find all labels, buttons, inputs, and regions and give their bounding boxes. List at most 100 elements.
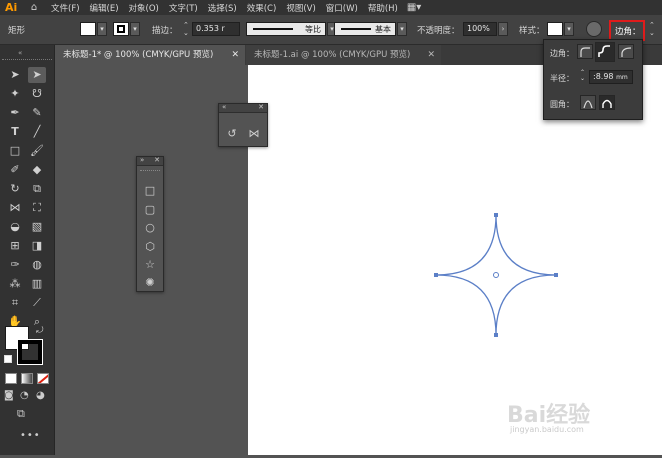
recolor-artwork-icon[interactable] (586, 21, 602, 37)
flyout-header[interactable]: » ✕ (137, 156, 163, 166)
brush-definition[interactable]: 基本 (334, 22, 396, 36)
panel-collapse-icon[interactable]: « (18, 49, 22, 57)
menu-type[interactable]: 文字(T) (164, 2, 203, 14)
shape-builder-tool-icon[interactable]: ◒ (6, 219, 24, 235)
free-transform-tool-icon[interactable]: ⛶ (28, 200, 46, 216)
stroke-stepper-icon[interactable]: ⌃ ⌄ (183, 21, 189, 37)
tab-document-1[interactable]: 未标题-1* @ 100% (CMYK/GPU 预览) ✕ (55, 45, 245, 65)
panel-grip[interactable] (2, 59, 52, 61)
style-swatch[interactable] (547, 22, 563, 36)
opacity-dropdown-icon[interactable]: › (498, 22, 508, 36)
width-tool-icon[interactable]: ⋈ (6, 200, 24, 216)
corners-button[interactable]: 边角： (615, 25, 641, 37)
perspective-grid-tool-icon[interactable]: ▧ (28, 219, 46, 235)
line-tool-icon[interactable]: ╱ (28, 124, 46, 140)
menu-window[interactable]: 窗口(W) (321, 2, 363, 14)
corner-chamfer-button[interactable] (618, 44, 634, 59)
tab-document-2[interactable]: 未标题-1.ai @ 100% (CMYK/GPU 预览) ✕ (246, 45, 441, 65)
concave-star-path[interactable] (435, 214, 557, 336)
rounding-absolute-button[interactable] (599, 95, 615, 110)
anchor-point-top[interactable] (494, 213, 498, 217)
corner-inverted-round-button[interactable] (595, 42, 615, 62)
flyout-collapse-icon[interactable]: » (140, 156, 144, 164)
draw-inside-icon[interactable]: ◕ (36, 390, 45, 401)
variable-width-profile[interactable]: 等比 (246, 22, 326, 36)
curvature-tool-icon[interactable]: ✎ (28, 105, 46, 121)
flyout-collapse-icon[interactable]: « (222, 103, 226, 111)
swap-colors-icon[interactable]: ⤾ (36, 326, 44, 336)
screen-mode-icon[interactable]: ⧉ (17, 407, 25, 421)
none-mode-icon[interactable] (37, 373, 49, 384)
default-colors-icon[interactable] (4, 355, 12, 363)
draw-behind-icon[interactable]: ◔ (20, 390, 29, 401)
draw-normal-icon[interactable]: ◙ (4, 390, 14, 401)
rectangle-shape-icon[interactable]: □ (141, 183, 159, 199)
rotate-icon[interactable]: ↺ (223, 126, 241, 142)
ellipse-icon[interactable]: ○ (141, 220, 159, 236)
eyedropper-tool-icon[interactable]: ✑ (6, 257, 24, 273)
tab-document-1-label: 未标题-1* @ 100% (CMYK/GPU 预览) (63, 50, 214, 60)
workspace-grid-icon[interactable]: ▦▾ (403, 2, 421, 13)
rounded-rectangle-icon[interactable]: ▢ (141, 202, 159, 218)
polygon-icon[interactable]: ⬡ (141, 239, 159, 255)
direct-selection-tool-icon[interactable]: ➤ (28, 67, 46, 83)
column-graph-tool-icon[interactable]: ▥ (28, 276, 46, 292)
rounding-relative-button[interactable] (580, 95, 596, 110)
gradient-tool-icon[interactable]: ◨ (28, 238, 46, 254)
blend-tool-icon[interactable]: ◍ (28, 257, 46, 273)
brush-dropdown-icon[interactable]: ▾ (397, 22, 407, 36)
radius-input[interactable]: :8.98 mm (589, 70, 633, 84)
rectangle-tool-icon[interactable]: □ (6, 143, 24, 159)
style-dropdown-icon[interactable]: ▾ (564, 22, 574, 36)
eraser-tool-icon[interactable]: ◆ (28, 162, 46, 178)
menu-object[interactable]: 对象(O) (124, 2, 164, 14)
stroke-color-box[interactable] (17, 339, 43, 365)
symbol-sprayer-tool-icon[interactable]: ⁂ (6, 276, 24, 292)
flyout-close-icon[interactable]: ✕ (154, 156, 160, 164)
corners-stepper-icon[interactable]: ⌃ ⌄ (649, 21, 655, 37)
paintbrush-tool-icon[interactable]: 🖌 (28, 143, 46, 159)
fill-dropdown-icon[interactable]: ▾ (97, 22, 107, 36)
pen-tool-icon[interactable]: ✒ (6, 105, 24, 121)
type-tool-icon[interactable]: T (6, 124, 24, 140)
star-shape[interactable] (248, 65, 662, 455)
corners-highlight: 边角： (609, 20, 645, 41)
color-mode-icon[interactable] (5, 373, 17, 384)
flare-icon[interactable]: ✺ (141, 275, 159, 291)
artboard-canvas[interactable] (248, 65, 662, 455)
menu-help[interactable]: 帮助(H) (363, 2, 403, 14)
stroke-dropdown-icon[interactable]: ▾ (130, 22, 140, 36)
menu-effect[interactable]: 效果(C) (242, 2, 282, 14)
menu-select[interactable]: 选择(S) (203, 2, 242, 14)
artboard-tool-icon[interactable]: ⌗ (6, 295, 24, 311)
radius-stepper-icon[interactable]: ⌃ ⌄ (580, 70, 585, 82)
scale-tool-icon[interactable]: ⧉ (28, 181, 46, 197)
anchor-point-right[interactable] (554, 273, 558, 277)
edit-toolbar-icon[interactable]: ••• (20, 430, 41, 441)
anchor-point-left[interactable] (434, 273, 438, 277)
home-icon[interactable]: ⌂ (22, 2, 46, 13)
magic-wand-tool-icon[interactable]: ✦ (6, 86, 24, 102)
flyout-header[interactable]: « ✕ (219, 103, 267, 113)
opacity-input[interactable]: 100% (463, 22, 497, 36)
tab-close-icon[interactable]: ✕ (427, 45, 435, 65)
rotate-tool-icon[interactable]: ↻ (6, 181, 24, 197)
menu-view[interactable]: 视图(V) (281, 2, 320, 14)
lasso-tool-icon[interactable]: ☋ (28, 86, 46, 102)
mesh-tool-icon[interactable]: ⊞ (6, 238, 24, 254)
slice-tool-icon[interactable]: ⟋ (28, 295, 46, 311)
gradient-mode-icon[interactable] (21, 373, 33, 384)
star-icon[interactable]: ☆ (141, 257, 159, 273)
tab-close-icon[interactable]: ✕ (231, 45, 239, 65)
menu-file[interactable]: 文件(F) (46, 2, 85, 14)
shaper-tool-icon[interactable]: ✐ (6, 162, 24, 178)
corner-round-button[interactable] (577, 44, 593, 59)
flyout-close-icon[interactable]: ✕ (258, 103, 264, 111)
fill-swatch[interactable] (80, 22, 96, 36)
stroke-weight-input[interactable]: 0.353 r (192, 22, 240, 36)
stroke-swatch[interactable] (113, 22, 129, 36)
selection-tool-icon[interactable]: ➤ (6, 67, 24, 83)
anchor-point-bottom[interactable] (494, 333, 498, 337)
menu-edit[interactable]: 编辑(E) (85, 2, 124, 14)
reflect-icon[interactable]: ⋈ (245, 126, 263, 142)
